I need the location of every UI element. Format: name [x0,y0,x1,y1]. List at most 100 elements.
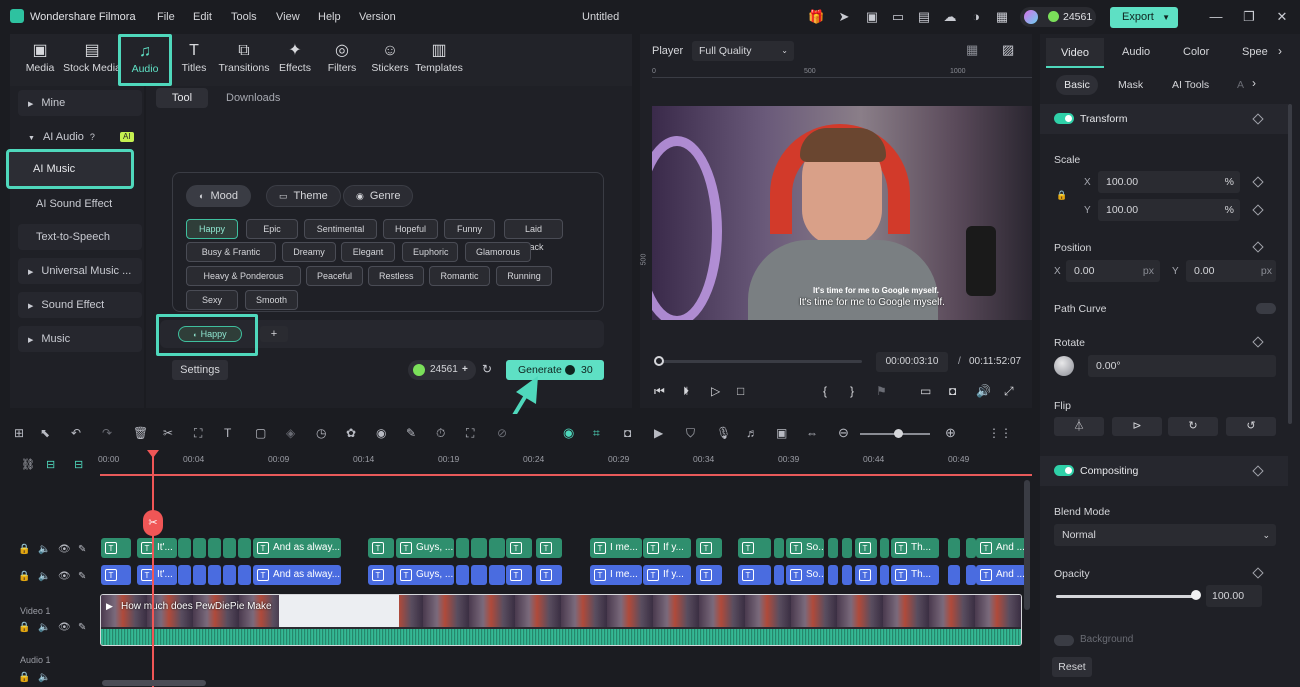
speaker-icon[interactable]: 🔈 [38,544,50,555]
prev-frame-icon[interactable]: ⏮ [654,384,665,399]
title-clip[interactable] [208,538,221,558]
tab-video[interactable]: Video [1046,38,1104,68]
quality-select[interactable]: Full Quality ⌄ [692,41,794,61]
speed-icon[interactable]: ◷ [316,426,326,440]
redo-icon[interactable]: ↷ [102,426,112,440]
sidebar-item-mine[interactable]: ▶ Mine [18,90,142,116]
image-icon[interactable]: ▣ [864,9,880,25]
play-icon[interactable]: ▷ [711,384,720,398]
video-clip[interactable]: How much does PewDiePie Make ▶ [100,594,1022,646]
transform-icon[interactable]: ⛶ [466,426,474,441]
rotate-dial[interactable] [1054,356,1074,376]
timeline-v-scrollbar[interactable] [1024,480,1030,610]
subtitle-clip[interactable]: T [855,565,877,585]
subtitle-clip[interactable] [966,565,976,585]
close-icon[interactable]: ✕ [1274,9,1290,25]
timeline-scrollbar[interactable] [102,680,206,686]
title-clip[interactable]: T Guys, ... [396,538,454,558]
lock-icon[interactable]: 🔒 [18,622,30,633]
subtitle-clip[interactable] [774,565,784,585]
snapshot-view-icon[interactable]: ▨ [1002,42,1014,58]
mood-chip[interactable]: Funny [444,219,495,239]
keyframe-icon[interactable] [1252,176,1264,188]
mask-icon[interactable]: ◈ [286,426,295,440]
mood-chip[interactable]: Glamorous [465,242,531,262]
title-clip[interactable] [489,538,505,558]
wand-icon[interactable]: ✎ [78,544,86,555]
play-reverse-icon[interactable]: ⏵⃒ [683,384,689,399]
chevron-right-icon[interactable]: › [1278,44,1282,58]
subtitle-clip[interactable] [828,565,838,585]
undo-icon[interactable]: ↶ [71,426,81,440]
zoom-slider-handle[interactable] [894,429,903,438]
screen-icon[interactable]: ▭ [890,9,906,25]
menu-tools[interactable]: Tools [231,11,257,23]
maximize-icon[interactable]: ❐ [1241,9,1257,25]
chevron-right-icon[interactable]: › [1252,76,1256,90]
fullscreen-icon[interactable]: ⤢ [1004,384,1014,399]
subtitle-clip[interactable] [880,565,889,585]
credits-badge[interactable]: 24561 [1020,7,1096,27]
flip-vertical-button[interactable]: ⊳ [1112,417,1162,436]
select-icon[interactable]: ⬉ [40,426,50,440]
subtitle-clip[interactable]: T [536,565,562,585]
filter-tab-genre[interactable]: ◉ Genre [343,185,414,207]
send-icon[interactable]: ➤ [836,9,852,25]
stabilize-icon[interactable]: ⊘ [497,426,507,440]
subtitle-clip[interactable]: T I me... [590,565,642,585]
title-clip[interactable] [948,538,960,558]
menu-edit[interactable]: Edit [193,11,212,23]
zoom-out-icon[interactable]: ⊖ [838,425,849,441]
zoom-in-icon[interactable]: ⊕ [945,425,956,441]
sidebar-item-sound-effect[interactable]: ▶ Sound Effect [18,292,142,318]
mood-chip[interactable]: Laid Back [504,219,563,252]
mood-chip[interactable]: Running [496,266,552,286]
tab-audio-props[interactable]: Audio [1122,46,1150,58]
subtitle-clip[interactable]: T [101,565,131,585]
layout-icon[interactable]: ⊞ [14,426,24,440]
compositing-toggle[interactable] [1054,465,1074,476]
rotate-right-button[interactable]: ↻ [1168,417,1218,436]
menu-file[interactable]: File [157,11,175,23]
title-clip[interactable]: T And ... [976,538,1028,558]
subtitle-clip[interactable] [471,565,487,585]
subtitle-clip[interactable]: T So... [786,565,824,585]
grid-icon[interactable]: ▦ [994,9,1010,25]
subtitle-clip[interactable] [948,565,960,585]
subtitle-clip[interactable]: T And ... [976,565,1028,585]
render-icon[interactable]: ◉ [563,425,574,441]
title-clip[interactable] [223,538,236,558]
path-curve-toggle[interactable] [1256,303,1276,314]
link-icon[interactable]: ⛓ [21,458,35,471]
keyframe-icon[interactable] [1252,567,1264,579]
tab-color[interactable]: Color [1183,46,1209,58]
filter-tab-mood[interactable]: ◐ Mood [186,185,251,207]
background-toggle[interactable] [1054,635,1074,646]
scale-y-field[interactable]: 100.00% [1098,199,1240,221]
mood-chip[interactable]: Peaceful [306,266,363,286]
title-clip[interactable]: T If y... [643,538,691,558]
mood-chip[interactable]: Busy & Frantic [186,242,276,262]
opacity-slider-handle[interactable] [1191,590,1201,600]
title-clip[interactable] [842,538,852,558]
sidebar-item-ai-sound-effect[interactable]: AI Sound Effect [36,196,112,212]
headset-icon[interactable]: ◑ [968,9,984,25]
subtitle-clip[interactable] [842,565,852,585]
audio-mix-icon[interactable]: ♬ [746,426,758,440]
selected-tag-happy[interactable]: ◐ Happy [178,326,242,342]
sidebar-item-text-to-speech[interactable]: Text-to-Speech [18,224,142,250]
volume-icon[interactable]: 🔊 [976,384,991,398]
rotate-left-button[interactable]: ↺ [1226,417,1276,436]
rotate-field[interactable]: 0.00° [1088,355,1276,377]
sidebar-item-ai-audio[interactable]: ▼ AI Audio? AI [18,124,142,150]
title-clip[interactable]: T [696,538,722,558]
mic-icon[interactable]: 🎙 [716,426,731,440]
keyframe-icon[interactable] [1252,204,1264,216]
reset-button[interactable]: Reset [1052,657,1092,677]
subtitle-clip[interactable]: T [506,565,532,585]
speaker-icon[interactable]: 🔈 [38,672,50,683]
menu-version[interactable]: Version [359,11,396,23]
subtab-basic[interactable]: Basic [1056,75,1098,95]
text-icon[interactable]: T [224,426,231,440]
subtitle-clip[interactable]: T And as alway... [253,565,341,585]
